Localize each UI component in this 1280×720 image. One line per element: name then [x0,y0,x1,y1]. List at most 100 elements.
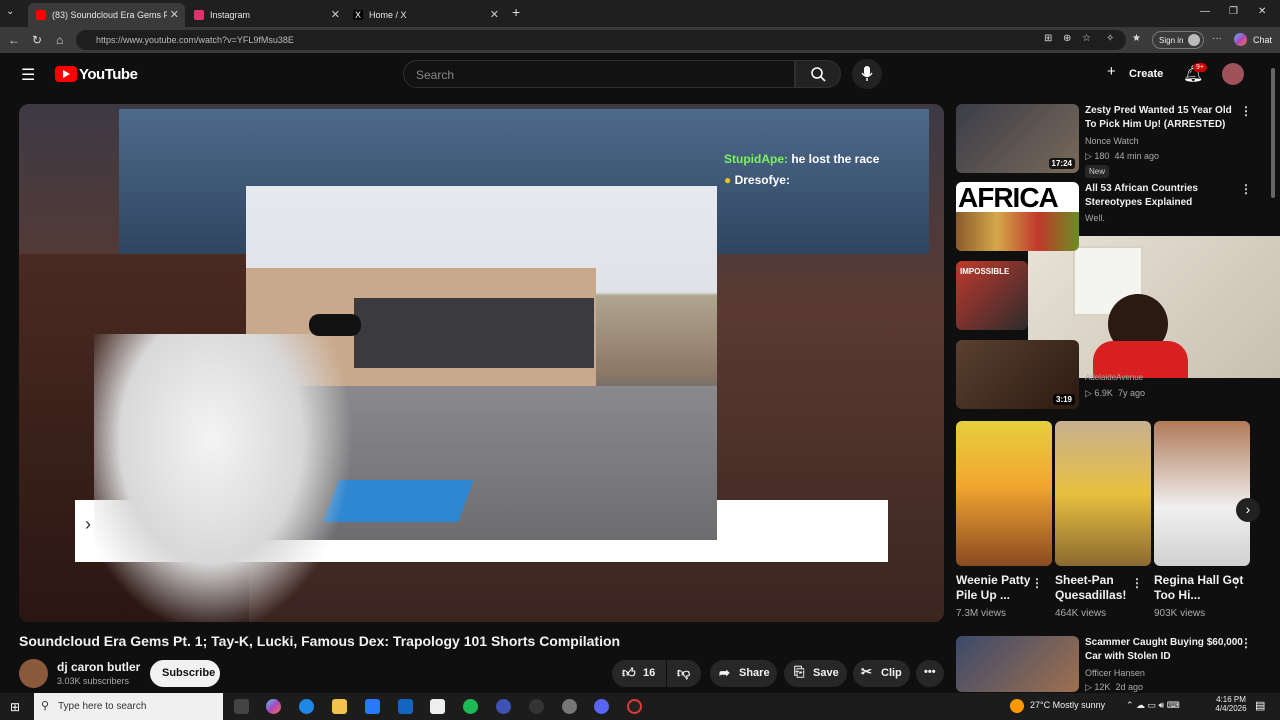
account-avatar[interactable] [1222,63,1244,85]
short-views: 464K views [1055,608,1107,619]
video-thumbnail[interactable]: IMPOSSIBLE [956,261,1028,330]
like-button[interactable]: 👍︎ 16 [612,660,666,687]
share-button[interactable]: ➦ Share [710,660,777,687]
tray-icons[interactable]: ⌃ ☁ ▭ 🔊︎ ⌨ [1126,700,1180,711]
more-horizontal-icon[interactable]: ⋮ [1230,576,1242,590]
youtube-logo-text[interactable]: YouTube [79,66,138,83]
copilot-icon[interactable] [1234,33,1247,46]
spotify-icon[interactable] [463,699,478,714]
video-thumbnail[interactable]: 17:24 [956,104,1079,173]
clock[interactable]: 4:16 PM 4/4/2026 [1208,695,1254,713]
recommended-channel[interactable]: Officer Hansen [1085,668,1145,678]
tab-label: Home / X [369,10,407,20]
youtube-header: ☰ YouTube Search + Create 🔔︎ 9+ [0,53,1280,97]
document-icon[interactable] [430,699,445,714]
menu-icon[interactable]: ☰ [21,65,35,85]
create-button[interactable]: + Create [1100,60,1170,88]
restore-icon[interactable]: ❐ [1229,6,1238,17]
chat-overlay: StupidApe: he lost the race ● Dresofye: [724,152,880,187]
more-actions-button[interactable]: ••• [916,660,944,687]
recommended-title[interactable]: Scammer Caught Buying $60,000 Car with S… [1085,636,1245,664]
minimize-icon[interactable]: — [1200,6,1210,17]
short-thumbnail[interactable] [956,421,1052,566]
close-tab-icon[interactable]: ✕ [331,8,340,21]
home-icon[interactable]: ⌂ [56,33,63,47]
close-tab-icon[interactable]: ✕ [170,8,179,21]
youtube-logo-icon[interactable] [55,66,77,82]
channel-name[interactable]: dj caron butler [57,660,140,674]
notification-center-icon[interactable]: ▤ [1255,699,1265,712]
tab-instagram[interactable]: Instagram ✕ [186,3,346,27]
favorites-bar-icon[interactable]: ★ [1132,33,1141,44]
new-tab-icon[interactable]: + [512,4,520,20]
search-input[interactable]: Search [403,60,795,88]
favorite-icon[interactable]: ☆ [1082,33,1091,44]
video-player[interactable]: › StupidApe: he lost the race ● Dresofye… [19,104,944,622]
apps-icon[interactable]: ⊞ [1044,33,1052,44]
recommended-channel[interactable]: Nonce Watch [1085,136,1139,146]
save-button[interactable]: ⎘ Save [784,660,847,687]
windows-start-icon[interactable]: ⊞ [10,700,20,714]
emote-icon: ● [724,173,735,187]
more-vertical-icon[interactable]: ⋮ [1240,104,1252,118]
refresh-icon[interactable]: ↻ [32,33,42,47]
dislike-button[interactable]: 👎︎ [667,660,701,687]
windows-taskbar: ⊞ ⚲ Type here to search 27°C Mostly sunn… [0,693,1280,720]
subscribe-button[interactable]: Subscribe [150,660,220,687]
browser-toolbar: ← ↻ ⌂ https://www.youtube.com/watch?v=YF… [0,27,1280,53]
tab-youtube[interactable]: (83) Soundcloud Era Gems Pt. 1; Ta ✕ [28,3,185,27]
clip-button[interactable]: ✂ Clip [853,660,910,687]
edge-icon[interactable] [299,699,314,714]
close-window-icon[interactable]: ✕ [1258,6,1266,17]
recommended-meta: ▷ 12K 2d ago [1085,682,1143,692]
search-icon [811,67,826,82]
extensions-icon[interactable]: ✧ [1106,33,1114,44]
search-button[interactable] [795,60,841,88]
scrollbar[interactable] [1271,60,1276,690]
video-thumbnail[interactable] [956,636,1079,692]
recommended-title[interactable]: Zesty Pred Wanted 15 Year Old To Pick Hi… [1085,104,1245,132]
tab-list-chevron-icon[interactable]: ⌄ [6,6,14,17]
channel-avatar[interactable] [19,659,48,688]
zoom-icon[interactable]: ⊕ [1063,33,1071,44]
weather-icon[interactable] [1010,699,1024,713]
short-thumbnail[interactable] [1154,421,1250,566]
app-icon[interactable] [627,699,642,714]
app-icon[interactable] [562,699,577,714]
chevron-right-icon: › [85,514,91,534]
close-tab-icon[interactable]: ✕ [490,8,499,21]
signin-button[interactable]: Sign in [1152,31,1204,49]
recommended-title[interactable]: All 53 African Countries Stereotypes Exp… [1085,182,1245,210]
scrollbar-thumb[interactable] [1271,68,1275,198]
taskbar-search-input[interactable]: ⚲ Type here to search [34,693,223,720]
back-icon[interactable]: ← [8,33,20,47]
discord-icon[interactable] [594,699,609,714]
recommended-meta: ▷ 180 44 min ago [1085,151,1159,161]
file-explorer-icon[interactable] [332,699,347,714]
voice-search-button[interactable] [852,59,882,89]
more-vertical-icon[interactable]: ⋮ [1240,636,1252,650]
recommended-channel[interactable]: AdelaideAvenue [1085,373,1143,382]
chat-label[interactable]: Chat [1253,35,1272,45]
subscriber-count: 3.03K subscribers [57,676,130,686]
video-thumbnail[interactable]: AFRICA [956,182,1079,251]
more-icon[interactable]: ··· [1212,33,1222,44]
copilot-icon[interactable] [266,699,281,714]
app-icon[interactable] [496,699,511,714]
tab-x[interactable]: X Home / X ✕ [345,3,505,27]
video-thumbnail[interactable]: 3:19 [956,340,1079,409]
more-vertical-icon[interactable]: ⋮ [1240,182,1252,196]
address-bar[interactable]: https://www.youtube.com/watch?v=YFL9fMsu… [76,30,1126,50]
weather-text[interactable]: 27°C Mostly sunny [1030,700,1105,710]
app-icon[interactable] [529,699,544,714]
more-horizontal-icon[interactable]: ⋮ [1131,576,1143,590]
task-view-icon[interactable] [234,699,249,714]
mail-icon[interactable] [398,699,413,714]
store-icon[interactable] [365,699,380,714]
more-horizontal-icon[interactable]: ⋮ [1031,576,1043,590]
recommended-channel[interactable]: Well. [1085,213,1105,223]
plus-icon: + [1107,63,1116,80]
shorts-next-button[interactable]: › [1236,498,1260,522]
short-thumbnail[interactable] [1055,421,1151,566]
thumbnail-text-art: AFRICA [958,182,1059,213]
